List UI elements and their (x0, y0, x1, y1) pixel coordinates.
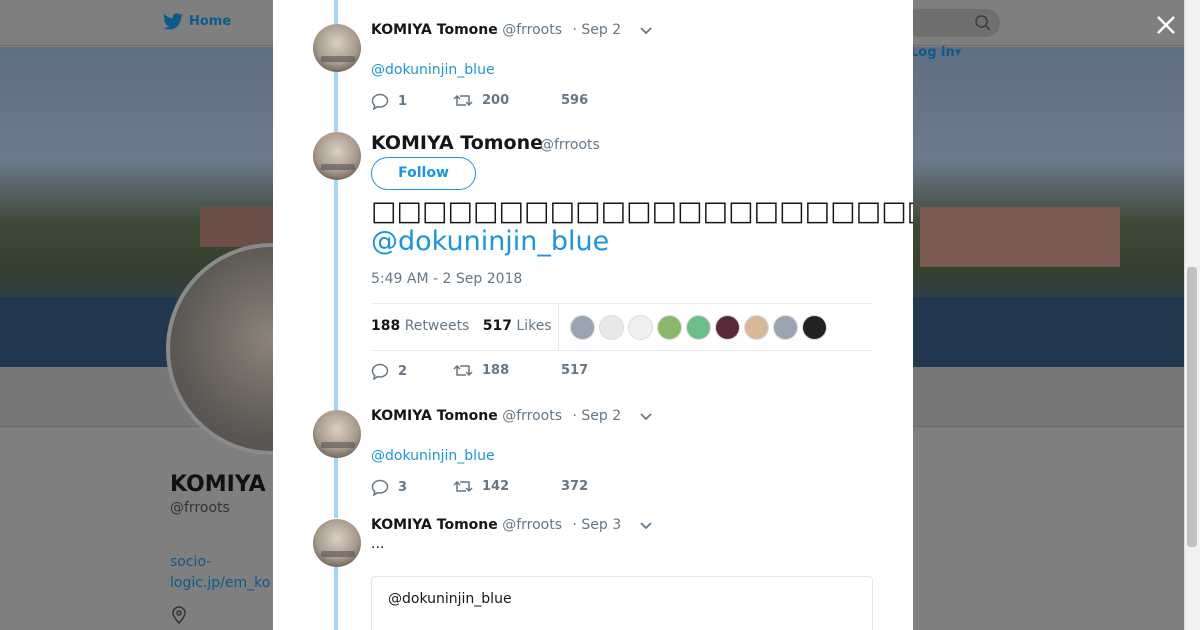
liker-avatar[interactable] (715, 315, 740, 340)
tweet-author-name[interactable]: KOMIYA Tomone (371, 132, 543, 154)
tweet-header: KOMIYA Tomone @frroots · Sep 2 (371, 408, 621, 424)
retweets-label[interactable]: Retweets (405, 318, 470, 334)
thread-line (334, 567, 338, 630)
tweet-actions: 1 200 596 (371, 93, 671, 113)
retweet-icon (453, 94, 473, 107)
avatar[interactable] (313, 519, 361, 567)
search-input[interactable] (905, 9, 1000, 37)
reply-count: 1 (398, 94, 408, 109)
reply-button[interactable]: 1 (371, 93, 407, 110)
tweet-actions: 2 188 517 (371, 363, 671, 383)
like-button[interactable]: 596 (561, 93, 588, 108)
retweet-icon (453, 364, 473, 377)
quoted-tweet-text: @dokuninjin_blue (388, 591, 512, 607)
retweet-count: 188 (482, 363, 510, 378)
liker-avatar[interactable] (570, 315, 595, 340)
tweet-author-handle: @frroots (540, 137, 600, 153)
like-button[interactable]: 517 (561, 363, 588, 378)
reply-icon (371, 363, 389, 380)
profile-website-link[interactable]: socio-logic.jp/em_ko (170, 552, 280, 594)
profile-handle: @frroots (170, 500, 230, 516)
tweet-author-name[interactable]: KOMIYA Tomone (371, 517, 498, 533)
liker-avatar[interactable] (773, 315, 798, 340)
chevron-down-icon[interactable] (640, 413, 652, 421)
like-count: 372 (561, 479, 589, 494)
like-button[interactable]: 372 (561, 479, 588, 494)
retweet-total: 188 (371, 318, 401, 334)
likers-avatars (570, 315, 831, 340)
chevron-down-icon[interactable] (640, 27, 652, 35)
reply-button[interactable]: 2 (371, 363, 407, 380)
retweet-button[interactable]: 200 (453, 93, 509, 108)
reply-count: 2 (398, 364, 408, 379)
tweet-header: KOMIYA Tomone @frroots · Sep 2 (371, 22, 621, 38)
tweet-date[interactable]: · Sep 2 (572, 408, 621, 424)
liker-avatar[interactable] (628, 315, 653, 340)
retweet-count: 200 (482, 93, 510, 108)
liker-avatar[interactable] (802, 315, 827, 340)
avatar[interactable] (313, 24, 361, 72)
thread-line (334, 0, 338, 24)
tweet-date[interactable]: · Sep 2 (572, 22, 621, 38)
liker-avatar[interactable] (744, 315, 769, 340)
like-count: 517 (561, 363, 589, 378)
retweet-button[interactable]: 142 (453, 479, 509, 494)
reply-icon (371, 479, 389, 496)
follow-button[interactable]: Follow (371, 157, 476, 190)
thread-line (334, 180, 338, 410)
retweet-button[interactable]: 188 (453, 363, 509, 378)
location-icon (171, 606, 187, 628)
nav-home-link[interactable]: Home (163, 13, 231, 30)
avatar[interactable] (313, 410, 361, 458)
tweet-author-name[interactable]: KOMIYA Tomone (371, 408, 498, 424)
like-total: 517 (482, 318, 512, 334)
thread-line (334, 72, 338, 132)
reply-button[interactable]: 3 (371, 479, 407, 496)
tweet-mention[interactable]: @dokuninjin_blue (371, 62, 495, 78)
login-link[interactable]: Log in▾ (910, 45, 961, 60)
login-label: Log in (910, 45, 955, 60)
tweet-text: □□□□□□□□□□□□□□□□□□□□□□□□□□□□□□□□□□□□□□□ (371, 196, 913, 227)
scrollbar-thumb[interactable] (1187, 267, 1197, 547)
tweet-thread-modal: KOMIYA Tomone @frroots · Sep 2 @dokuninj… (273, 0, 913, 630)
tweet-header: KOMIYA Tomone @frroots · Sep 3 (371, 517, 621, 533)
avatar[interactable] (313, 132, 361, 180)
tweet-date[interactable]: · Sep 3 (572, 517, 621, 533)
tweet-mention[interactable]: @dokuninjin_blue (371, 448, 495, 464)
reply-icon (371, 93, 389, 110)
chevron-down-icon[interactable] (640, 522, 652, 530)
tweet-actions: 3 142 372 (371, 479, 671, 499)
retweet-count: 142 (482, 479, 510, 494)
tweet-author-handle: @frroots (502, 517, 563, 533)
like-count: 596 (561, 93, 589, 108)
tweet-text: ... (371, 536, 385, 552)
tweet-mention[interactable]: @dokuninjin_blue (371, 226, 609, 257)
tweet-timestamp[interactable]: 5:49 AM - 2 Sep 2018 (371, 271, 522, 287)
profile-name: KOMIYA T (170, 472, 289, 497)
tweet-author-handle: @frroots (502, 22, 563, 38)
likes-label[interactable]: Likes (516, 318, 551, 334)
tweet-author-name[interactable]: KOMIYA Tomone (371, 22, 498, 38)
tweet-author-handle: @frroots (502, 408, 563, 424)
liker-avatar[interactable] (599, 315, 624, 340)
thread-line (334, 458, 338, 518)
tweet-stats-counts: 188 Retweets 517 Likes (371, 318, 552, 334)
tweet-stats: 188 Retweets 517 Likes (371, 303, 873, 351)
retweet-icon (453, 480, 473, 493)
liker-avatar[interactable] (657, 315, 682, 340)
search-icon (975, 15, 991, 31)
reply-count: 3 (398, 480, 408, 495)
twitter-bird-icon (163, 13, 183, 30)
close-modal-button[interactable] (1152, 11, 1180, 39)
quoted-tweet-card[interactable]: @dokuninjin_blue (371, 576, 873, 630)
nav-home-label: Home (189, 14, 232, 29)
liker-avatar[interactable] (686, 315, 711, 340)
stats-divider (558, 304, 559, 351)
close-icon (1157, 16, 1175, 34)
